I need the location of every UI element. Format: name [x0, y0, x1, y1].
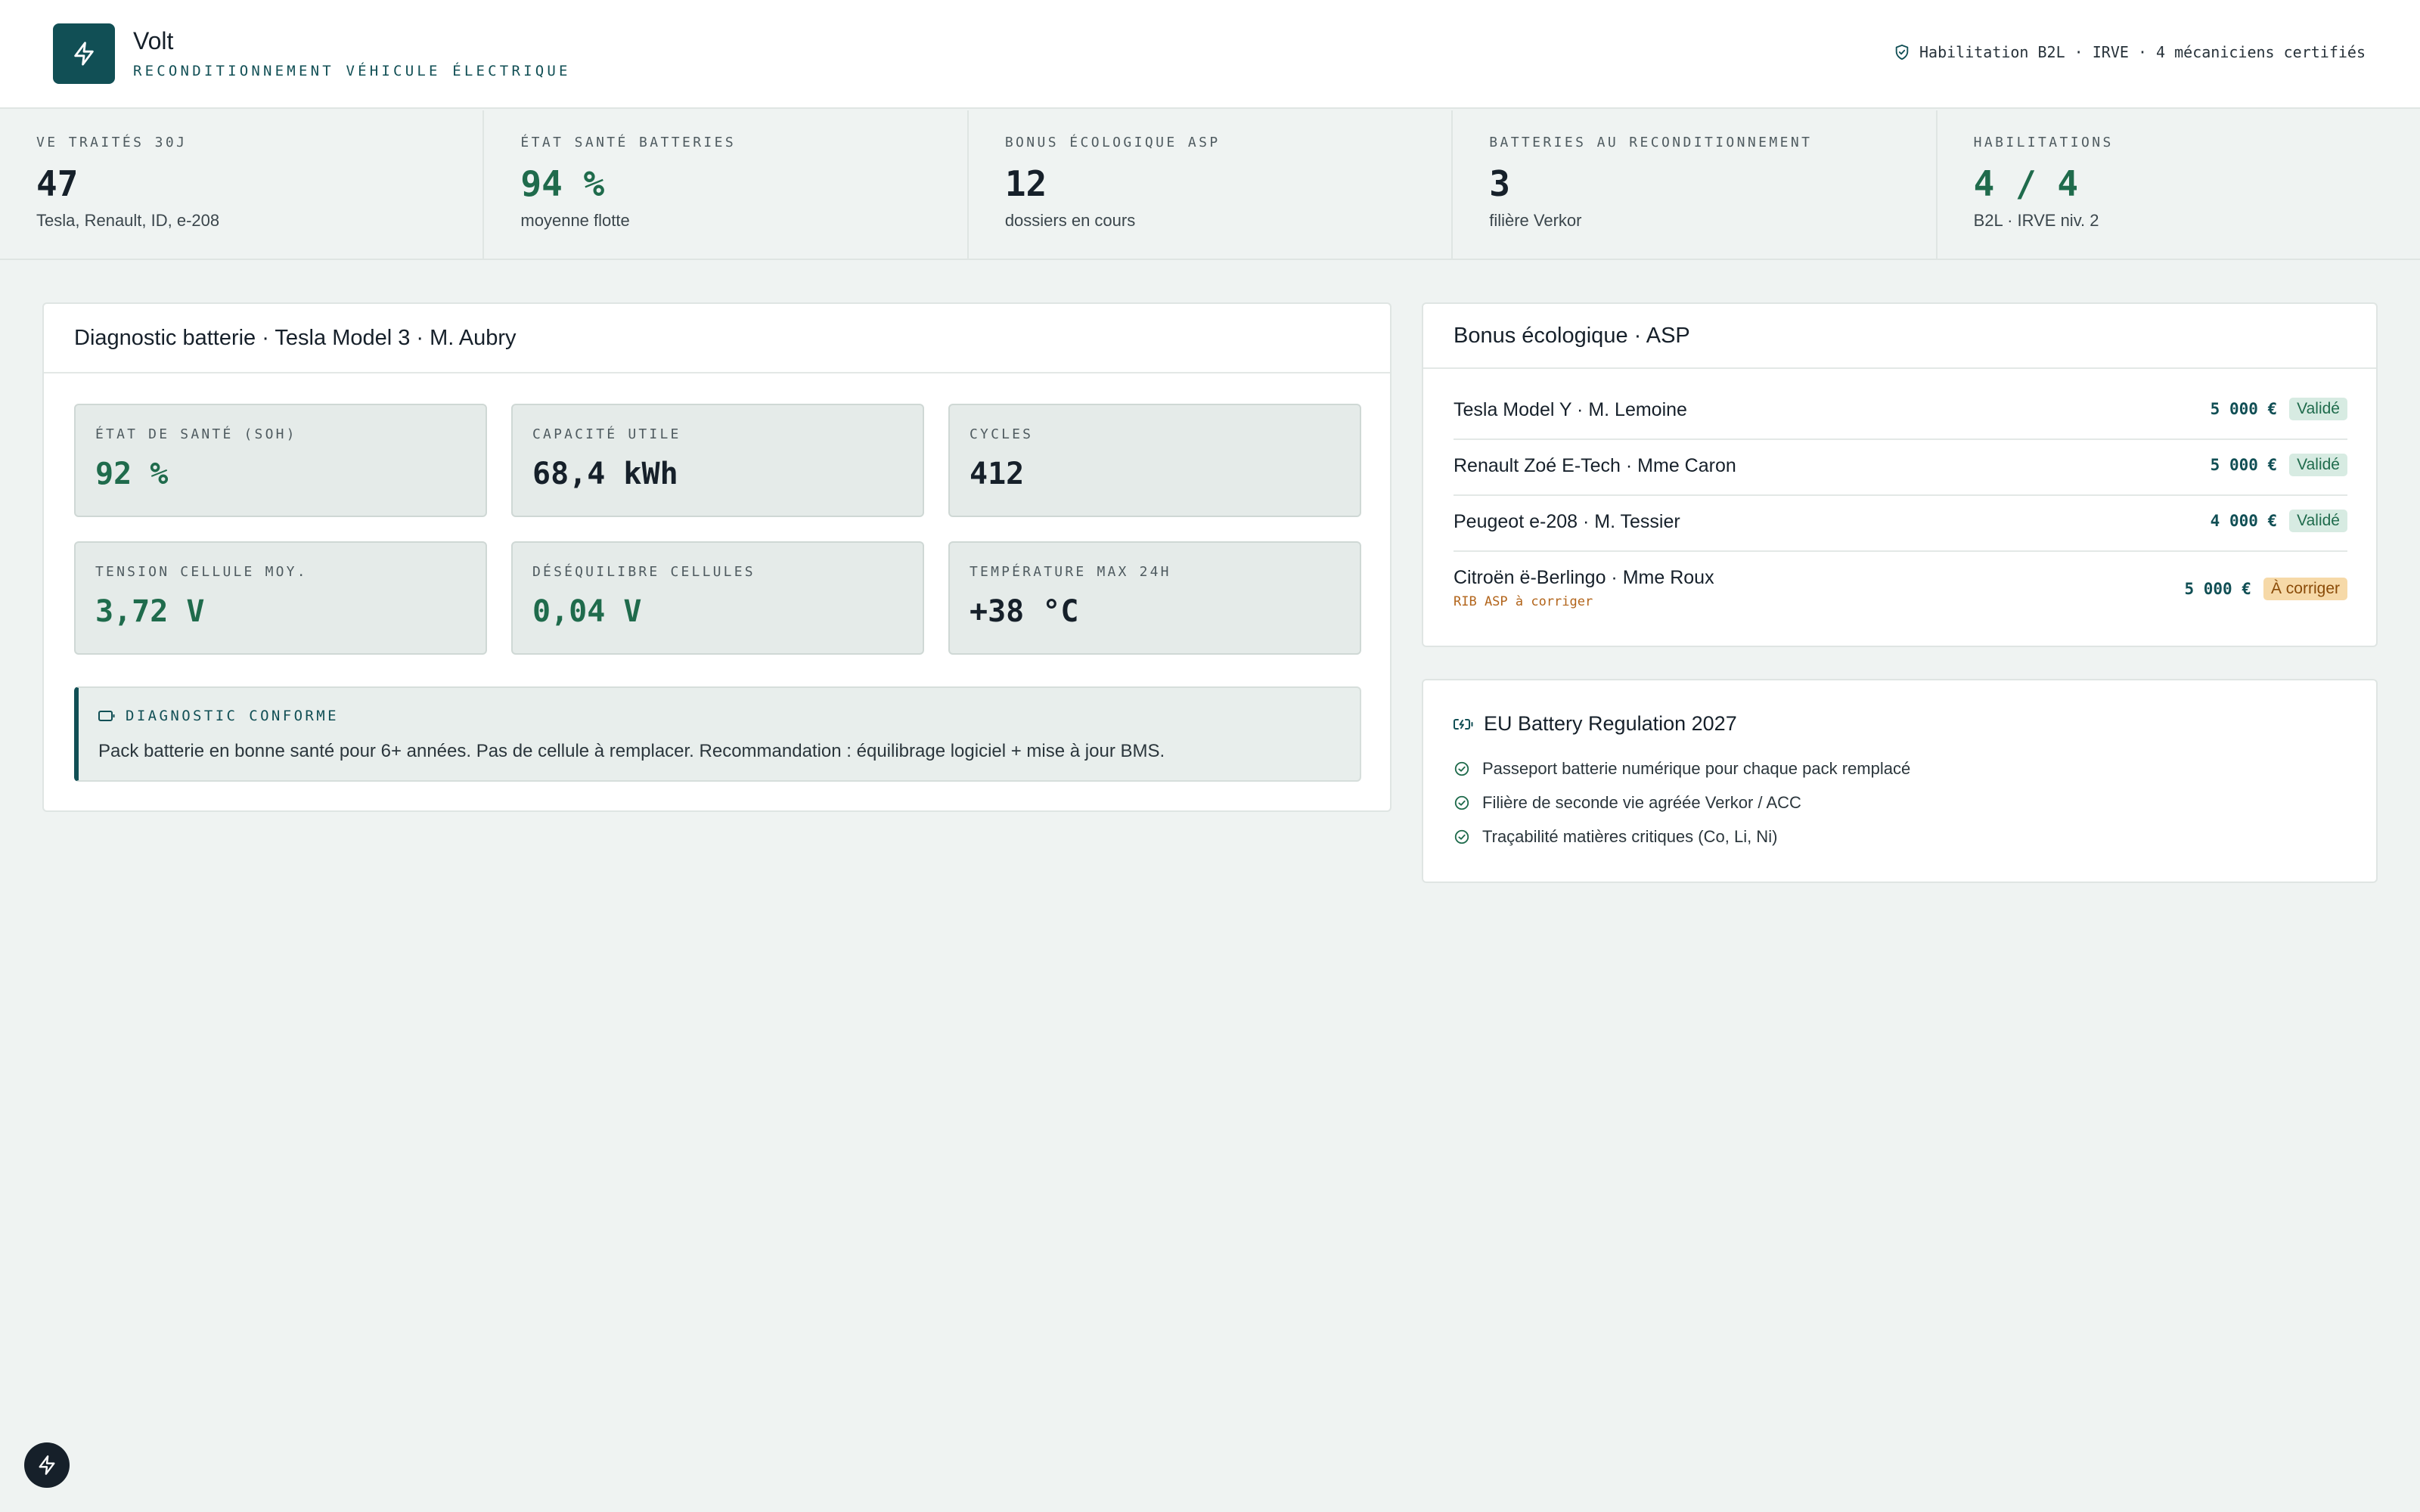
checklist-text: Filière de seconde vie agréée Verkor / A…: [1482, 793, 1801, 812]
lightning-icon: [39, 1455, 55, 1475]
metric-tile-cell-imbalance: DÉSÉQUILIBRE CELLULES 0,04 V: [511, 541, 924, 655]
checklist-text: Passeport batterie numérique pour chaque…: [1482, 759, 1911, 778]
metric-tile-capacity: CAPACITÉ UTILE 68,4 kWh: [511, 404, 924, 517]
bonus-vehicle-client: Citroën ë-Berlingo · Mme Roux: [1454, 567, 1714, 588]
bonus-title: Bonus écologique · ASP: [1454, 323, 1690, 348]
kpi-certifications: HABILITATIONS 4 / 4 B2L · IRVE niv. 2: [1938, 110, 2420, 259]
metric-grid: ÉTAT DE SANTÉ (SOH) 92 % CAPACITÉ UTILE …: [74, 404, 1361, 655]
app-subtitle: RECONDITIONNEMENT VÉHICULE ÉLECTRIQUE: [133, 63, 571, 79]
metric-label: TEMPÉRATURE MAX 24H: [970, 564, 1171, 580]
bonus-meta: 5 000 € Validé: [2211, 398, 2347, 420]
eu-regulation-header: EU Battery Regulation 2027: [1454, 712, 1737, 736]
bonus-meta: 5 000 € Validé: [2211, 454, 2347, 476]
card-header: Diagnostic batterie · Tesla Model 3 · M.…: [44, 304, 1390, 373]
metric-value: +38 °C: [970, 594, 1079, 629]
kpi-sub: B2L · IRVE niv. 2: [1973, 211, 2099, 230]
metric-label: CAPACITÉ UTILE: [532, 426, 681, 442]
metric-label: TENSION CELLULE MOY.: [95, 564, 308, 580]
kpi-value: 3: [1489, 163, 1510, 204]
app-header: Volt RECONDITIONNEMENT VÉHICULE ÉLECTRIQ…: [0, 0, 2420, 109]
list-item[interactable]: Tesla Model Y · M. Lemoine 5 000 € Valid…: [1454, 384, 2347, 440]
metric-tile-cycles: CYCLES 412: [948, 404, 1361, 517]
bonus-vehicle-client: Renault Zoé E-Tech · Mme Caron: [1454, 455, 1736, 476]
kpi-value: 47: [36, 163, 79, 204]
note-text: Pack batterie en bonne santé pour 6+ ann…: [98, 741, 1165, 761]
metric-label: DÉSÉQUILIBRE CELLULES: [532, 564, 755, 580]
eu-regulation-title: EU Battery Regulation 2027: [1484, 712, 1737, 735]
list-item[interactable]: Renault Zoé E-Tech · Mme Caron 5 000 € V…: [1454, 440, 2347, 496]
status-badge: Validé: [2289, 454, 2347, 476]
diagnostic-result-note: DIAGNOSTIC CONFORME Pack batterie en bon…: [74, 686, 1361, 782]
kpi-value: 4 / 4: [1973, 163, 2079, 204]
floating-action-button[interactable]: [24, 1442, 70, 1488]
app-name: Volt: [133, 27, 174, 54]
metric-tile-cell-voltage: TENSION CELLULE MOY. 3,72 V: [74, 541, 487, 655]
kpi-ev-processed: VE TRAITÉS 30J 47 Tesla, Renault, ID, e-…: [0, 110, 485, 259]
metric-value: 412: [970, 457, 1025, 491]
checklist-item: Traçabilité matières critiques (Co, Li, …: [1454, 827, 1777, 847]
bonus-vehicle-client: Peugeot e-208 · M. Tessier: [1454, 511, 1680, 532]
kpi-sub: dossiers en cours: [1004, 211, 1136, 230]
kpi-value: 12: [1004, 163, 1047, 204]
check-circle-icon: [1454, 829, 1469, 844]
certification-badge: Habilitation B2L · IRVE · 4 mécaniciens …: [1894, 43, 2366, 61]
bonus-issue-note: RIB ASP à corriger: [1454, 594, 1593, 609]
logo[interactable]: [53, 23, 115, 84]
battery-charging-icon: [1454, 718, 1473, 730]
eu-regulation-card: EU Battery Regulation 2027 Passeport bat…: [1422, 679, 2378, 883]
kpi-sub: filière Verkor: [1489, 211, 1582, 230]
note-header: DIAGNOSTIC CONFORME: [98, 708, 339, 724]
kpi-label: BONUS ÉCOLOGIQUE ASP: [1004, 135, 1221, 150]
list-item[interactable]: Peugeot e-208 · M. Tessier 4 000 € Valid…: [1454, 496, 2347, 552]
bonus-meta: 4 000 € Validé: [2211, 510, 2347, 532]
metric-tile-max-temperature: TEMPÉRATURE MAX 24H +38 °C: [948, 541, 1361, 655]
bonus-amount: 5 000 €: [2210, 456, 2278, 474]
check-circle-icon: [1454, 795, 1469, 810]
eco-bonus-card: Bonus écologique · ASP Tesla Model Y · M…: [1422, 302, 2378, 647]
certification-text: Habilitation B2L · IRVE · 4 mécaniciens …: [1919, 43, 2366, 61]
checklist-item: Filière de seconde vie agréée Verkor / A…: [1454, 793, 1801, 813]
card-header: Bonus écologique · ASP: [1423, 304, 2376, 369]
status-badge: Validé: [2289, 398, 2347, 420]
battery-icon: [98, 711, 115, 721]
kpi-reconditioning: BATTERIES AU RECONDITIONNEMENT 3 filière…: [1453, 110, 1938, 259]
kpi-label: HABILITATIONS: [1973, 135, 2114, 150]
bonus-amount: 4 000 €: [2210, 512, 2278, 530]
kpi-label: BATTERIES AU RECONDITIONNEMENT: [1489, 135, 1813, 150]
metric-value: 3,72 V: [95, 594, 205, 629]
kpi-battery-health: ÉTAT SANTÉ BATTERIES 94 % moyenne flotte: [484, 110, 969, 259]
check-circle-icon: [1454, 761, 1469, 776]
status-badge: À corriger: [2263, 578, 2347, 600]
status-badge: Validé: [2289, 510, 2347, 532]
metric-label: CYCLES: [970, 426, 1034, 442]
diagnostic-title: Diagnostic batterie · Tesla Model 3 · M.…: [74, 325, 517, 350]
metric-label: ÉTAT DE SANTÉ (SOH): [95, 426, 297, 442]
lightning-icon: [74, 42, 94, 66]
bonus-amount: 5 000 €: [2184, 580, 2251, 598]
kpi-sub: Tesla, Renault, ID, e-208: [36, 211, 220, 230]
battery-diagnostic-card: Diagnostic batterie · Tesla Model 3 · M.…: [42, 302, 1392, 812]
bonus-amount: 5 000 €: [2210, 400, 2278, 418]
note-title: DIAGNOSTIC CONFORME: [126, 708, 339, 724]
metric-value: 92 %: [95, 457, 169, 491]
checklist-text: Traçabilité matières critiques (Co, Li, …: [1482, 827, 1778, 846]
metric-value: 0,04 V: [532, 594, 642, 629]
kpi-value: 94 %: [520, 163, 605, 204]
shield-check-icon: [1895, 44, 1909, 60]
checklist-item: Passeport batterie numérique pour chaque…: [1454, 759, 1910, 779]
bonus-meta: 5 000 € À corriger: [2184, 578, 2347, 600]
kpi-sub: moyenne flotte: [520, 211, 630, 230]
metric-tile-soh: ÉTAT DE SANTÉ (SOH) 92 %: [74, 404, 487, 517]
kpi-label: ÉTAT SANTÉ BATTERIES: [520, 135, 737, 150]
kpi-label: VE TRAITÉS 30J: [36, 135, 188, 150]
kpi-strip: VE TRAITÉS 30J 47 Tesla, Renault, ID, e-…: [0, 110, 2420, 260]
list-item[interactable]: Citroën ë-Berlingo · Mme Roux RIB ASP à …: [1454, 552, 2347, 627]
metric-value: 68,4 kWh: [532, 457, 678, 491]
bonus-vehicle-client: Tesla Model Y · M. Lemoine: [1454, 399, 1687, 420]
kpi-eco-bonus: BONUS ÉCOLOGIQUE ASP 12 dossiers en cour…: [969, 110, 1454, 259]
